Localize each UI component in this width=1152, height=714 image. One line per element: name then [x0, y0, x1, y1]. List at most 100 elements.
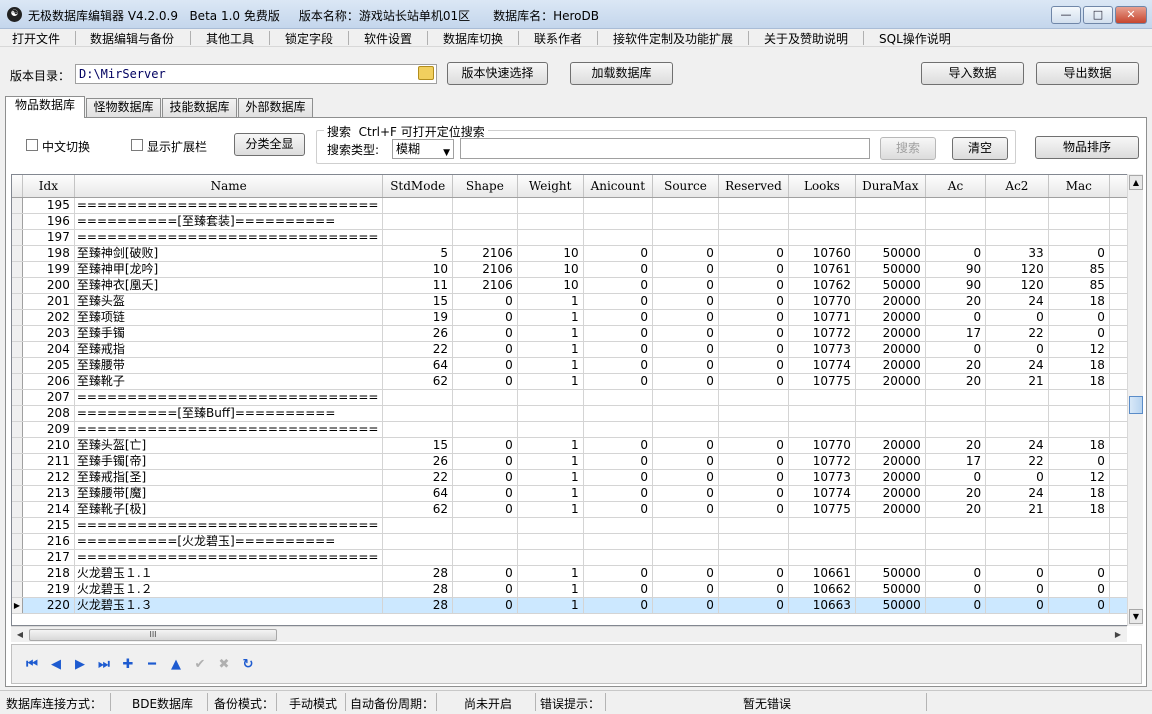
cell-looks[interactable]: [788, 213, 856, 230]
row-indicator[interactable]: [12, 261, 23, 278]
cell-anicount[interactable]: [583, 517, 653, 534]
cell-weight[interactable]: 1: [517, 357, 584, 374]
cell-shape[interactable]: 0: [452, 325, 518, 342]
cell-idx[interactable]: 201: [22, 293, 75, 310]
cell-looks[interactable]: 10775: [788, 501, 856, 518]
cell-shape[interactable]: 0: [452, 453, 518, 470]
cell-anicount[interactable]: 0: [583, 373, 653, 390]
column-header-weight[interactable]: Weight: [517, 175, 584, 198]
cell-ac2[interactable]: 0: [985, 469, 1049, 486]
row-indicator[interactable]: [12, 293, 23, 310]
cell-looks[interactable]: 10770: [788, 437, 856, 454]
table-row[interactable]: 207 ==============================: [12, 389, 1141, 406]
cell-mac[interactable]: 85: [1048, 277, 1110, 294]
cell-looks[interactable]: [788, 405, 856, 422]
cell-stdmode[interactable]: [382, 421, 453, 438]
cell-mac[interactable]: 18: [1048, 485, 1110, 502]
cell-ac2[interactable]: [985, 549, 1049, 566]
quick-select-button[interactable]: 版本快速选择: [447, 62, 548, 85]
cell-looks[interactable]: 10774: [788, 357, 856, 374]
horizontal-scroll-thumb[interactable]: III: [29, 629, 277, 641]
table-row[interactable]: 212 至臻戒指[圣] 22 0 1 0 0 0 10773 20000 0 0 12: [12, 469, 1141, 486]
cell-reserved[interactable]: 0: [718, 261, 789, 278]
cell-name[interactable]: ==============================: [74, 517, 384, 534]
cell-duramax[interactable]: 20000: [855, 437, 926, 454]
cell-anicount[interactable]: [583, 405, 653, 422]
cell-looks[interactable]: 10773: [788, 341, 856, 358]
cell-reserved[interactable]: [718, 229, 789, 246]
cell-mac[interactable]: [1048, 405, 1110, 422]
menu-about[interactable]: 关于及赞助说明: [764, 30, 848, 47]
cell-anicount[interactable]: 0: [583, 565, 653, 582]
cell-ac[interactable]: 17: [925, 325, 987, 342]
minimize-button[interactable]: —: [1051, 6, 1081, 24]
cell-shape[interactable]: 0: [452, 437, 518, 454]
menu-settings[interactable]: 软件设置: [364, 30, 412, 47]
cell-mac[interactable]: 18: [1048, 357, 1110, 374]
cell-reserved[interactable]: [718, 421, 789, 438]
cell-mac[interactable]: [1048, 213, 1110, 230]
cell-idx[interactable]: 207: [22, 389, 75, 406]
folder-icon[interactable]: [418, 66, 434, 80]
cell-mac[interactable]: 18: [1048, 293, 1110, 310]
cell-ac2[interactable]: 24: [985, 293, 1049, 310]
cell-shape[interactable]: 0: [452, 357, 518, 374]
cell-mac[interactable]: 0: [1048, 581, 1110, 598]
cell-weight[interactable]: 1: [517, 597, 584, 614]
column-header-mac[interactable]: Mac: [1048, 175, 1110, 198]
cell-mac[interactable]: [1048, 389, 1110, 406]
cell-name[interactable]: ==============================: [74, 197, 384, 214]
cell-anicount[interactable]: 0: [583, 453, 653, 470]
cell-ac[interactable]: 20: [925, 373, 987, 390]
table-row[interactable]: 201 至臻头盔 15 0 1 0 0 0 10770 20000 20 24 18: [12, 293, 1141, 310]
cell-reserved[interactable]: [718, 405, 789, 422]
cell-source[interactable]: 0: [652, 501, 719, 518]
show-ext-checkbox[interactable]: [131, 139, 143, 151]
column-header-shape[interactable]: Shape: [452, 175, 518, 198]
cell-anicount[interactable]: 0: [583, 325, 653, 342]
cell-duramax[interactable]: 20000: [855, 357, 926, 374]
cell-idx[interactable]: 209: [22, 421, 75, 438]
tab-skills[interactable]: 技能数据库: [162, 98, 237, 117]
row-indicator[interactable]: [12, 309, 23, 326]
table-row[interactable]: 215 ==============================: [12, 517, 1141, 534]
cell-source[interactable]: 0: [652, 357, 719, 374]
cell-idx[interactable]: 216: [22, 533, 75, 550]
cell-mac[interactable]: 18: [1048, 373, 1110, 390]
cell-weight[interactable]: 1: [517, 453, 584, 470]
cell-weight[interactable]: 1: [517, 469, 584, 486]
cell-idx[interactable]: 218: [22, 565, 75, 582]
cell-ac2[interactable]: 0: [985, 341, 1049, 358]
cell-anicount[interactable]: [583, 213, 653, 230]
cell-looks[interactable]: 10773: [788, 469, 856, 486]
row-indicator[interactable]: [12, 501, 23, 518]
cell-name[interactable]: 至臻手镯[帝]: [74, 453, 384, 470]
cell-looks[interactable]: 10775: [788, 373, 856, 390]
cell-anicount[interactable]: 0: [583, 277, 653, 294]
cell-anicount[interactable]: [583, 389, 653, 406]
cell-ac2[interactable]: 22: [985, 453, 1049, 470]
cell-stdmode[interactable]: 15: [382, 293, 453, 310]
cell-stdmode[interactable]: 62: [382, 501, 453, 518]
cell-stdmode[interactable]: 62: [382, 373, 453, 390]
cell-mac[interactable]: 0: [1048, 597, 1110, 614]
tab-external[interactable]: 外部数据库: [238, 98, 313, 117]
cell-reserved[interactable]: 0: [718, 373, 789, 390]
column-header-idx[interactable]: Idx: [22, 175, 75, 198]
cell-reserved[interactable]: 0: [718, 581, 789, 598]
table-row[interactable]: 218 火龙碧玉１.１ 28 0 1 0 0 0 10661 50000 0 0 0: [12, 565, 1141, 582]
cell-name[interactable]: ==========[至臻Buff]==========: [74, 405, 384, 422]
cell-duramax[interactable]: 20000: [855, 373, 926, 390]
table-row[interactable]: ▶ 220 火龙碧玉１.３ 28 0 1 0 0 0 10663 50000 0 0 0: [12, 597, 1141, 614]
row-indicator[interactable]: [12, 437, 23, 454]
table-row[interactable]: 211 至臻手镯[帝] 26 0 1 0 0 0 10772 20000 17 22 0: [12, 453, 1141, 470]
table-row[interactable]: 198 至臻神剑[破败] 5 2106 10 0 0 0 10760 50000 0 33 0: [12, 245, 1141, 262]
cell-weight[interactable]: [517, 405, 584, 422]
cell-ac2[interactable]: 22: [985, 325, 1049, 342]
cell-mac[interactable]: 0: [1048, 309, 1110, 326]
cell-reserved[interactable]: [718, 197, 789, 214]
cell-name[interactable]: 火龙碧玉１.３: [74, 597, 384, 614]
cell-duramax[interactable]: [855, 549, 926, 566]
cell-name[interactable]: 至臻戒指[圣]: [74, 469, 384, 486]
cell-weight[interactable]: [517, 421, 584, 438]
